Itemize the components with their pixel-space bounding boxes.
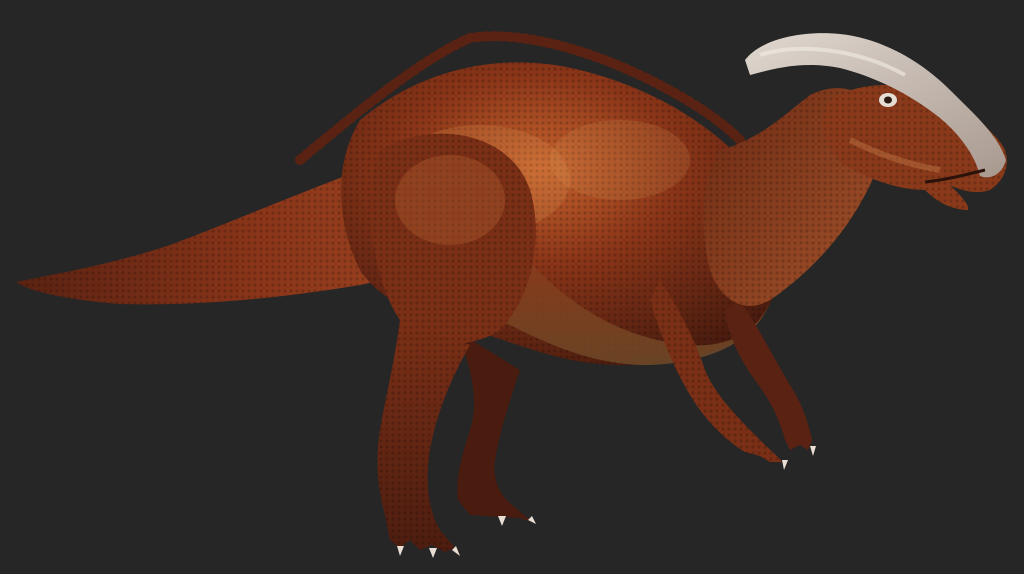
parasaurolophus-render — [16, 31, 1007, 558]
front-claws — [782, 446, 816, 470]
render-viewport — [0, 0, 1024, 574]
hind-leg-far — [455, 330, 532, 522]
